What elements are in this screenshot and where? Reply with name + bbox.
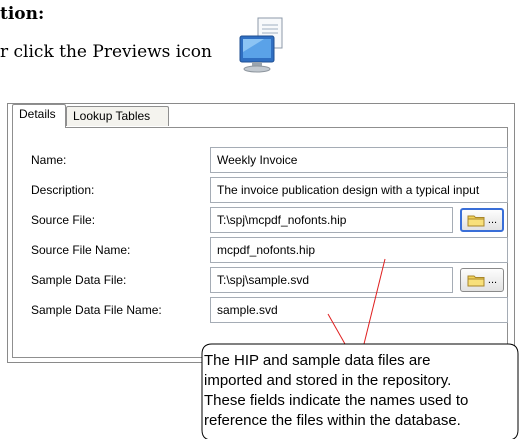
- document-heading: tion:: [0, 4, 45, 24]
- description-field[interactable]: [210, 177, 508, 203]
- description-label: Description:: [31, 183, 95, 197]
- browse-dots-label: ...: [487, 213, 498, 226]
- folder-icon: [467, 275, 485, 286]
- sample-data-file-name-label: Sample Data File Name:: [31, 303, 162, 317]
- source-file-browse-button[interactable]: ...: [460, 208, 504, 232]
- sample-data-file-field[interactable]: [210, 267, 453, 293]
- callout-line: The HIP and sample data files are: [204, 352, 431, 369]
- callout-line: imported and stored in the repository.: [204, 372, 452, 389]
- tab-lookup-tables[interactable]: Lookup Tables: [66, 106, 169, 126]
- sample-data-file-browse-button[interactable]: ...: [460, 268, 504, 292]
- source-file-label: Source File:: [31, 213, 96, 227]
- sample-data-file-name-field[interactable]: [210, 297, 508, 323]
- callout-line: reference the files within the database.: [204, 412, 461, 429]
- source-file-name-label: Source File Name:: [31, 243, 131, 257]
- sample-data-file-label: Sample Data File:: [31, 273, 127, 287]
- name-field[interactable]: [210, 147, 508, 173]
- callout-line: These fields indicate the names used to: [204, 392, 469, 409]
- browse-dots-label: ...: [487, 273, 498, 286]
- details-tab-content: Name: Description: Source File: ... Sour…: [12, 127, 508, 358]
- folder-icon: [467, 215, 485, 226]
- callout-text: The HIP and sample data files are import…: [204, 351, 520, 431]
- source-file-field[interactable]: [210, 207, 453, 233]
- source-file-name-field[interactable]: [210, 237, 508, 263]
- previews-monitor-icon[interactable]: [234, 16, 292, 74]
- design-properties-panel: Details Lookup Tables Name: Description:…: [7, 103, 515, 363]
- name-label: Name:: [31, 153, 67, 167]
- tab-details[interactable]: Details: [12, 104, 66, 128]
- instruction-text: r click the Previews icon: [0, 42, 212, 62]
